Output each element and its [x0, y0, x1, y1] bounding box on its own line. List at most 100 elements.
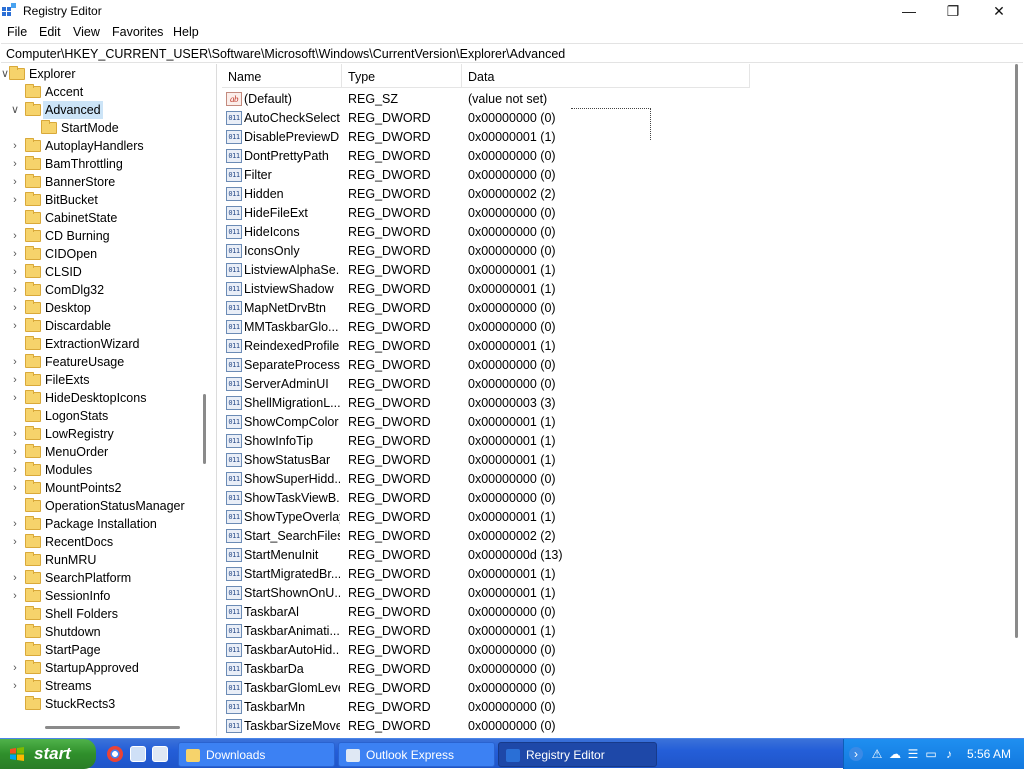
display-icon[interactable]: ▭ [924, 747, 938, 761]
close-button[interactable]: ✕ [976, 0, 1022, 22]
chevron-right-icon[interactable]: › [10, 248, 20, 260]
tree-item-mountpoints2[interactable]: › MountPoints2 [0, 479, 200, 497]
value-row[interactable]: 011 TaskbarGlomLevel REG_DWORD 0x00000000 (… [222, 679, 782, 698]
chevron-down-icon[interactable]: ∨ [10, 104, 20, 116]
value-row[interactable]: 011 StartMenuInit REG_DWORD 0x0000000d (13) [222, 546, 782, 565]
tree-item-sessioninfo[interactable]: › SessionInfo [0, 587, 200, 605]
start-button[interactable]: start [0, 739, 96, 769]
tree-item-advanced[interactable]: ∨ Advanced [0, 101, 200, 119]
list-vertical-scrollbar[interactable] [1015, 64, 1018, 638]
tree-item-bamthrottling[interactable]: › BamThrottling [0, 155, 200, 173]
warning-icon[interactable]: ⚠ [870, 747, 884, 761]
maximize-button[interactable]: ❐ [930, 0, 976, 22]
tree-item-shutdown[interactable]: Shutdown [0, 623, 200, 641]
tree-item-startupapproved[interactable]: › StartupApproved [0, 659, 200, 677]
value-row[interactable]: 011 ShowSuperHidd... REG_DWORD 0x00000000 (… [222, 470, 782, 489]
value-row[interactable]: 011 IconsOnly REG_DWORD 0x00000000 (0) [222, 242, 782, 261]
tree-item-clsid[interactable]: › CLSID [0, 263, 200, 281]
column-header-type[interactable]: Type [342, 64, 462, 88]
tree-item-extractionwizard[interactable]: ExtractionWizard [0, 335, 200, 353]
menu-view[interactable]: View [73, 25, 100, 39]
tree-item-bitbucket[interactable]: › BitBucket [0, 191, 200, 209]
value-row[interactable]: 011 MMTaskbarGlo... REG_DWORD 0x00000000 (0… [222, 318, 782, 337]
column-header-data[interactable]: Data [462, 64, 750, 88]
tree-item-runmru[interactable]: RunMRU [0, 551, 200, 569]
value-row[interactable]: 011 Filter REG_DWORD 0x00000000 (0) [222, 166, 782, 185]
volume-icon[interactable]: ♪ [942, 747, 956, 761]
chevron-right-icon[interactable]: › [10, 446, 20, 458]
chevron-right-icon[interactable]: › [10, 266, 20, 278]
column-header-name[interactable]: Name [222, 64, 342, 88]
menu-help[interactable]: Help [173, 25, 199, 39]
chevron-right-icon[interactable] [10, 338, 20, 350]
minimize-button[interactable]: — [886, 0, 932, 22]
value-row[interactable]: ab (Default) REG_SZ (value not set) [222, 90, 782, 109]
chevron-right-icon[interactable]: › [10, 374, 20, 386]
value-row[interactable]: 011 ShowInfoTip REG_DWORD 0x00000001 (1) [222, 432, 782, 451]
chevron-right-icon[interactable]: › [10, 230, 20, 242]
chrome-icon[interactable] [107, 746, 123, 762]
value-row[interactable]: 011 ListviewAlphaSe... REG_DWORD 0x00000001… [222, 261, 782, 280]
value-row[interactable]: 011 TaskbarAutoHid... REG_DWORD 0x00000000 … [222, 641, 782, 660]
value-row[interactable]: 011 TaskbarAnimati... REG_DWORD 0x00000001 … [222, 622, 782, 641]
key-tree-pane[interactable]: ∨ Explorer Accent ∨ Advanced StartMode › Auto… [0, 64, 217, 736]
menu-edit[interactable]: Edit [39, 25, 61, 39]
value-row[interactable]: 011 ShellMigrationL... REG_DWORD 0x00000003… [222, 394, 782, 413]
tree-item-startmode[interactable]: StartMode [0, 119, 200, 137]
tree-item-stuckrects3[interactable]: StuckRects3 [0, 695, 200, 713]
tree-item-accent[interactable]: Accent [0, 83, 200, 101]
task-registry-editor[interactable]: Registry Editor [498, 742, 657, 767]
chevron-right-icon[interactable] [10, 554, 20, 566]
value-row[interactable]: 011 TaskbarMn REG_DWORD 0x00000000 (0) [222, 698, 782, 717]
tree-horizontal-scrollbar[interactable] [45, 726, 180, 729]
address-path[interactable]: Computer\HKEY_CURRENT_USER\Software\Micr… [6, 47, 565, 61]
value-row[interactable]: 011 DisablePreviewD... REG_DWORD 0x00000001… [222, 128, 782, 147]
value-row[interactable]: 011 ReindexedProfile REG_DWORD 0x00000001 (… [222, 337, 782, 356]
tree-item-bannerstore[interactable]: › BannerStore [0, 173, 200, 191]
chevron-right-icon[interactable]: › [10, 428, 20, 440]
tree-item-startpage[interactable]: StartPage [0, 641, 200, 659]
tree-item-cabinetstate[interactable]: CabinetState [0, 209, 200, 227]
tree-item-lowregistry[interactable]: › LowRegistry [0, 425, 200, 443]
value-row[interactable]: 011 ServerAdminUI REG_DWORD 0x00000000 (0) [222, 375, 782, 394]
chevron-right-icon[interactable]: › [10, 536, 20, 548]
chevron-right-icon[interactable]: › [10, 680, 20, 692]
chevron-right-icon[interactable] [10, 212, 20, 224]
ie-icon[interactable] [130, 746, 146, 762]
tree-item-operationstatusmanager[interactable]: OperationStatusManager [0, 497, 200, 515]
network-icon[interactable]: ☁ [888, 747, 902, 761]
chevron-right-icon[interactable] [10, 500, 20, 512]
tree-item-explorer[interactable]: ∨ Explorer [0, 65, 200, 83]
chevron-left-icon[interactable]: › [849, 747, 863, 761]
tree-item-fileexts[interactable]: › FileExts [0, 371, 200, 389]
chevron-right-icon[interactable] [26, 122, 36, 134]
tree-item-recentdocs[interactable]: › RecentDocs [0, 533, 200, 551]
chevron-right-icon[interactable]: › [10, 284, 20, 296]
tree-item-package-installation[interactable]: › Package Installation [0, 515, 200, 533]
value-row[interactable]: 011 ShowCompColor REG_DWORD 0x00000001 (1) [222, 413, 782, 432]
value-row[interactable]: 011 TaskbarDa REG_DWORD 0x00000000 (0) [222, 660, 782, 679]
chevron-right-icon[interactable] [10, 86, 20, 98]
tree-item-modules[interactable]: › Modules [0, 461, 200, 479]
chevron-right-icon[interactable]: › [10, 302, 20, 314]
tree-item-shell-folders[interactable]: Shell Folders [0, 605, 200, 623]
chevron-right-icon[interactable]: › [10, 518, 20, 530]
address-bar[interactable]: Computer\HKEY_CURRENT_USER\Software\Micr… [1, 43, 1023, 63]
tree-item-autoplayhandlers[interactable]: › AutoplayHandlers [0, 137, 200, 155]
chevron-right-icon[interactable]: › [10, 320, 20, 332]
tree-item-discardable[interactable]: › Discardable [0, 317, 200, 335]
wifi-icon[interactable]: ☰ [906, 747, 920, 761]
chevron-right-icon[interactable]: › [10, 194, 20, 206]
value-row[interactable]: 011 HideIcons REG_DWORD 0x00000000 (0) [222, 223, 782, 242]
task-outlook-express[interactable]: Outlook Express [338, 742, 495, 767]
value-row[interactable]: 011 StartMigratedBr... REG_DWORD 0x00000001… [222, 565, 782, 584]
value-row[interactable]: 011 MapNetDrvBtn REG_DWORD 0x00000000 (0) [222, 299, 782, 318]
tree-item-featureusage[interactable]: › FeatureUsage [0, 353, 200, 371]
chevron-right-icon[interactable] [10, 410, 20, 422]
tree-item-menuorder[interactable]: › MenuOrder [0, 443, 200, 461]
tree-item-desktop[interactable]: › Desktop [0, 299, 200, 317]
tree-item-cidopen[interactable]: › CIDOpen [0, 245, 200, 263]
menu-favorites[interactable]: Favorites [112, 25, 163, 39]
chevron-right-icon[interactable] [10, 626, 20, 638]
menu-file[interactable]: File [7, 25, 27, 39]
